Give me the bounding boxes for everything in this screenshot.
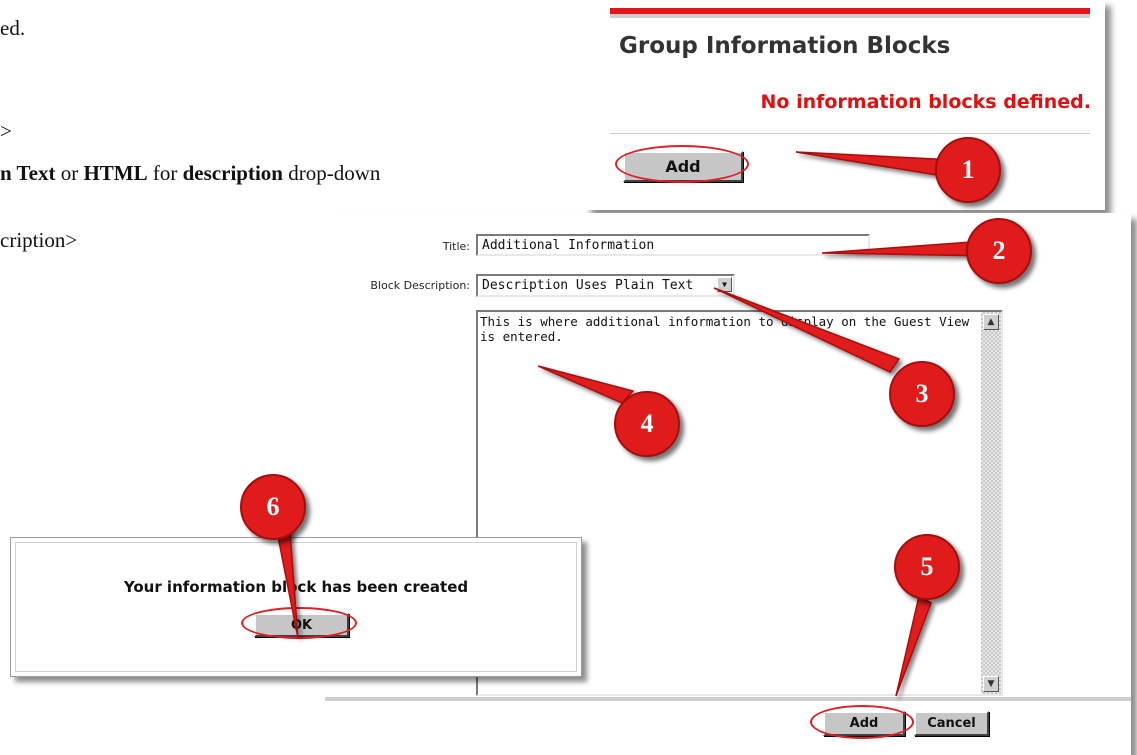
pointer-5 — [895, 594, 932, 697]
callout-badge-4: 4 — [614, 391, 680, 457]
pointer-4 — [537, 365, 635, 404]
pointer-1 — [795, 151, 956, 179]
callout-badge-2: 2 — [966, 218, 1032, 284]
callout-badge-5: 5 — [894, 534, 960, 600]
callout-badge-1: 1 — [935, 137, 1001, 203]
callout-pointers — [273, 151, 992, 697]
pointer-2 — [821, 240, 992, 257]
pointer-3 — [713, 287, 901, 373]
callout-badge-6: 6 — [240, 474, 306, 540]
callout-badge-3: 3 — [889, 361, 955, 427]
